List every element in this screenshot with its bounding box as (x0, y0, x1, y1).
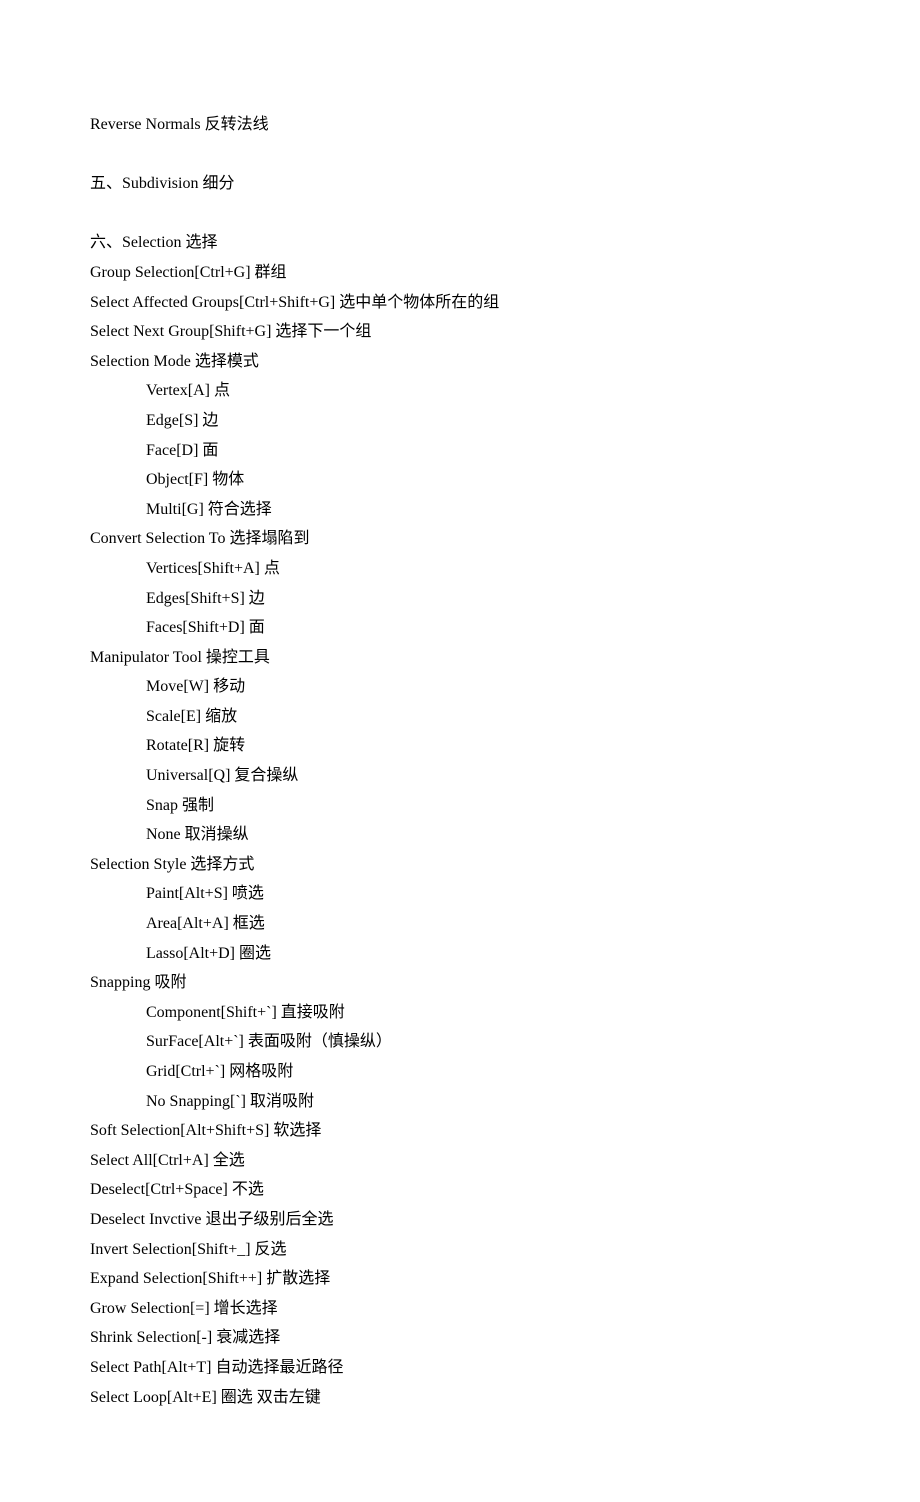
text-line: Select All[Ctrl+A] 全选 (90, 1146, 830, 1176)
text-line: Component[Shift+`] 直接吸附 (90, 998, 830, 1028)
text-line: Selection Mode 选择模式 (90, 347, 830, 377)
text-line: Selection Style 选择方式 (90, 850, 830, 880)
text-line: Move[W] 移动 (90, 672, 830, 702)
document-page: Reverse Normals 反转法线五、Subdivision 细分六、Se… (0, 0, 920, 1502)
text-line: SurFace[Alt+`] 表面吸附（慎操纵） (90, 1027, 830, 1057)
text-line: Soft Selection[Alt+Shift+S] 软选择 (90, 1116, 830, 1146)
text-line: Convert Selection To 选择塌陷到 (90, 524, 830, 554)
text-line: Invert Selection[Shift+_] 反选 (90, 1235, 830, 1265)
text-line: Shrink Selection[-] 衰减选择 (90, 1323, 830, 1353)
text-line: None 取消操纵 (90, 820, 830, 850)
text-line: Paint[Alt+S] 喷选 (90, 879, 830, 909)
text-line: Faces[Shift+D] 面 (90, 613, 830, 643)
text-line: Object[F] 物体 (90, 465, 830, 495)
text-line: Rotate[R] 旋转 (90, 731, 830, 761)
text-line: Select Path[Alt+T] 自动选择最近路径 (90, 1353, 830, 1383)
text-line: Face[D] 面 (90, 436, 830, 466)
text-line: Lasso[Alt+D] 圈选 (90, 939, 830, 969)
text-line: 五、Subdivision 细分 (90, 169, 830, 199)
text-line: Grid[Ctrl+`] 网格吸附 (90, 1057, 830, 1087)
text-line: Snap 强制 (90, 791, 830, 821)
text-line: Multi[G] 符合选择 (90, 495, 830, 525)
text-line: Select Loop[Alt+E] 圈选 双击左键 (90, 1383, 830, 1413)
text-line: Select Next Group[Shift+G] 选择下一个组 (90, 317, 830, 347)
text-line: Edge[S] 边 (90, 406, 830, 436)
text-line: Grow Selection[=] 增长选择 (90, 1294, 830, 1324)
text-line: Deselect[Ctrl+Space] 不选 (90, 1175, 830, 1205)
text-line: Select Affected Groups[Ctrl+Shift+G] 选中单… (90, 288, 830, 318)
text-line: Vertices[Shift+A] 点 (90, 554, 830, 584)
text-line: Scale[E] 缩放 (90, 702, 830, 732)
text-line: Universal[Q] 复合操纵 (90, 761, 830, 791)
text-line: Vertex[A] 点 (90, 376, 830, 406)
text-line: Edges[Shift+S] 边 (90, 584, 830, 614)
blank-line (90, 199, 830, 229)
text-line: No Snapping[`] 取消吸附 (90, 1087, 830, 1117)
text-line: Deselect Invctive 退出子级别后全选 (90, 1205, 830, 1235)
text-line: Snapping 吸附 (90, 968, 830, 998)
text-line: Manipulator Tool 操控工具 (90, 643, 830, 673)
text-line: Area[Alt+A] 框选 (90, 909, 830, 939)
text-line: Reverse Normals 反转法线 (90, 110, 830, 140)
text-line: Expand Selection[Shift++] 扩散选择 (90, 1264, 830, 1294)
text-line: Group Selection[Ctrl+G] 群组 (90, 258, 830, 288)
blank-line (90, 140, 830, 170)
text-line: 六、Selection 选择 (90, 228, 830, 258)
